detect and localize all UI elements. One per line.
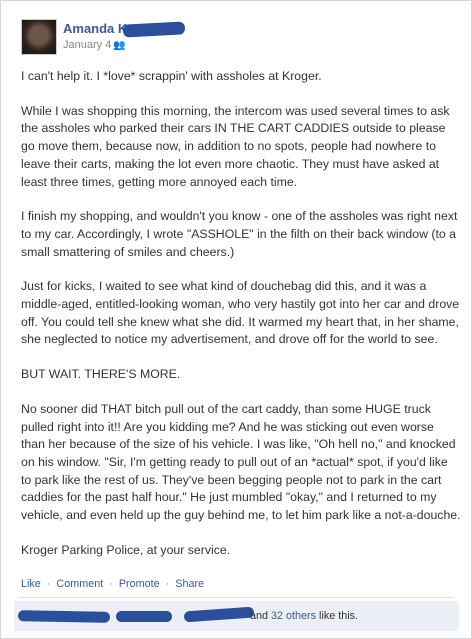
liker-redaction — [17, 610, 111, 623]
name-redaction — [122, 21, 186, 38]
post-paragraph: BUT WAIT. THERE'S MORE. — [21, 367, 181, 382]
post-paragraph: I can't help it. I *love* scrappin' with… — [21, 69, 322, 83]
liker-redaction — [116, 611, 172, 622]
share-link[interactable]: Share — [175, 578, 204, 590]
like-link[interactable]: Like — [21, 578, 41, 590]
action-separator: · — [165, 578, 170, 590]
author-avatar[interactable] — [21, 19, 57, 55]
action-separator: · — [109, 578, 113, 590]
post-paragraph: I finish my shopping, and wouldn't you k… — [21, 209, 458, 259]
likes-others-link[interactable]: 32 others — [271, 610, 316, 622]
likes-and: and — [250, 610, 269, 622]
divider — [18, 597, 454, 598]
friends-icon[interactable]: 👥 — [113, 40, 125, 51]
post-card: Amanda K January 4 👥 I can't help it. I … — [0, 0, 472, 639]
post-paragraph: No sooner did THAT bitch pull out of the… — [21, 401, 461, 523]
comment-link[interactable]: Comment — [56, 578, 103, 590]
likes-suffix: like this. — [319, 610, 359, 622]
post-paragraph: Just for kicks, I waited to see what kin… — [21, 279, 460, 347]
post-paragraph: While I was shopping this morning, the i… — [21, 103, 450, 189]
post-paragraph: Kroger Parking Police, at your service. — [21, 542, 231, 557]
author-name[interactable]: Amanda K — [63, 21, 127, 36]
likes-summary: and 32 others like this. — [250, 610, 358, 622]
post-date[interactable]: January 4 — [63, 39, 111, 51]
promote-link[interactable]: Promote — [119, 578, 160, 590]
action-separator: · — [46, 578, 51, 590]
post-body: I can't help it. I *love* scrappin' with… — [21, 68, 461, 576]
post-actions: Like · Comment · Promote · Share — [21, 578, 204, 590]
